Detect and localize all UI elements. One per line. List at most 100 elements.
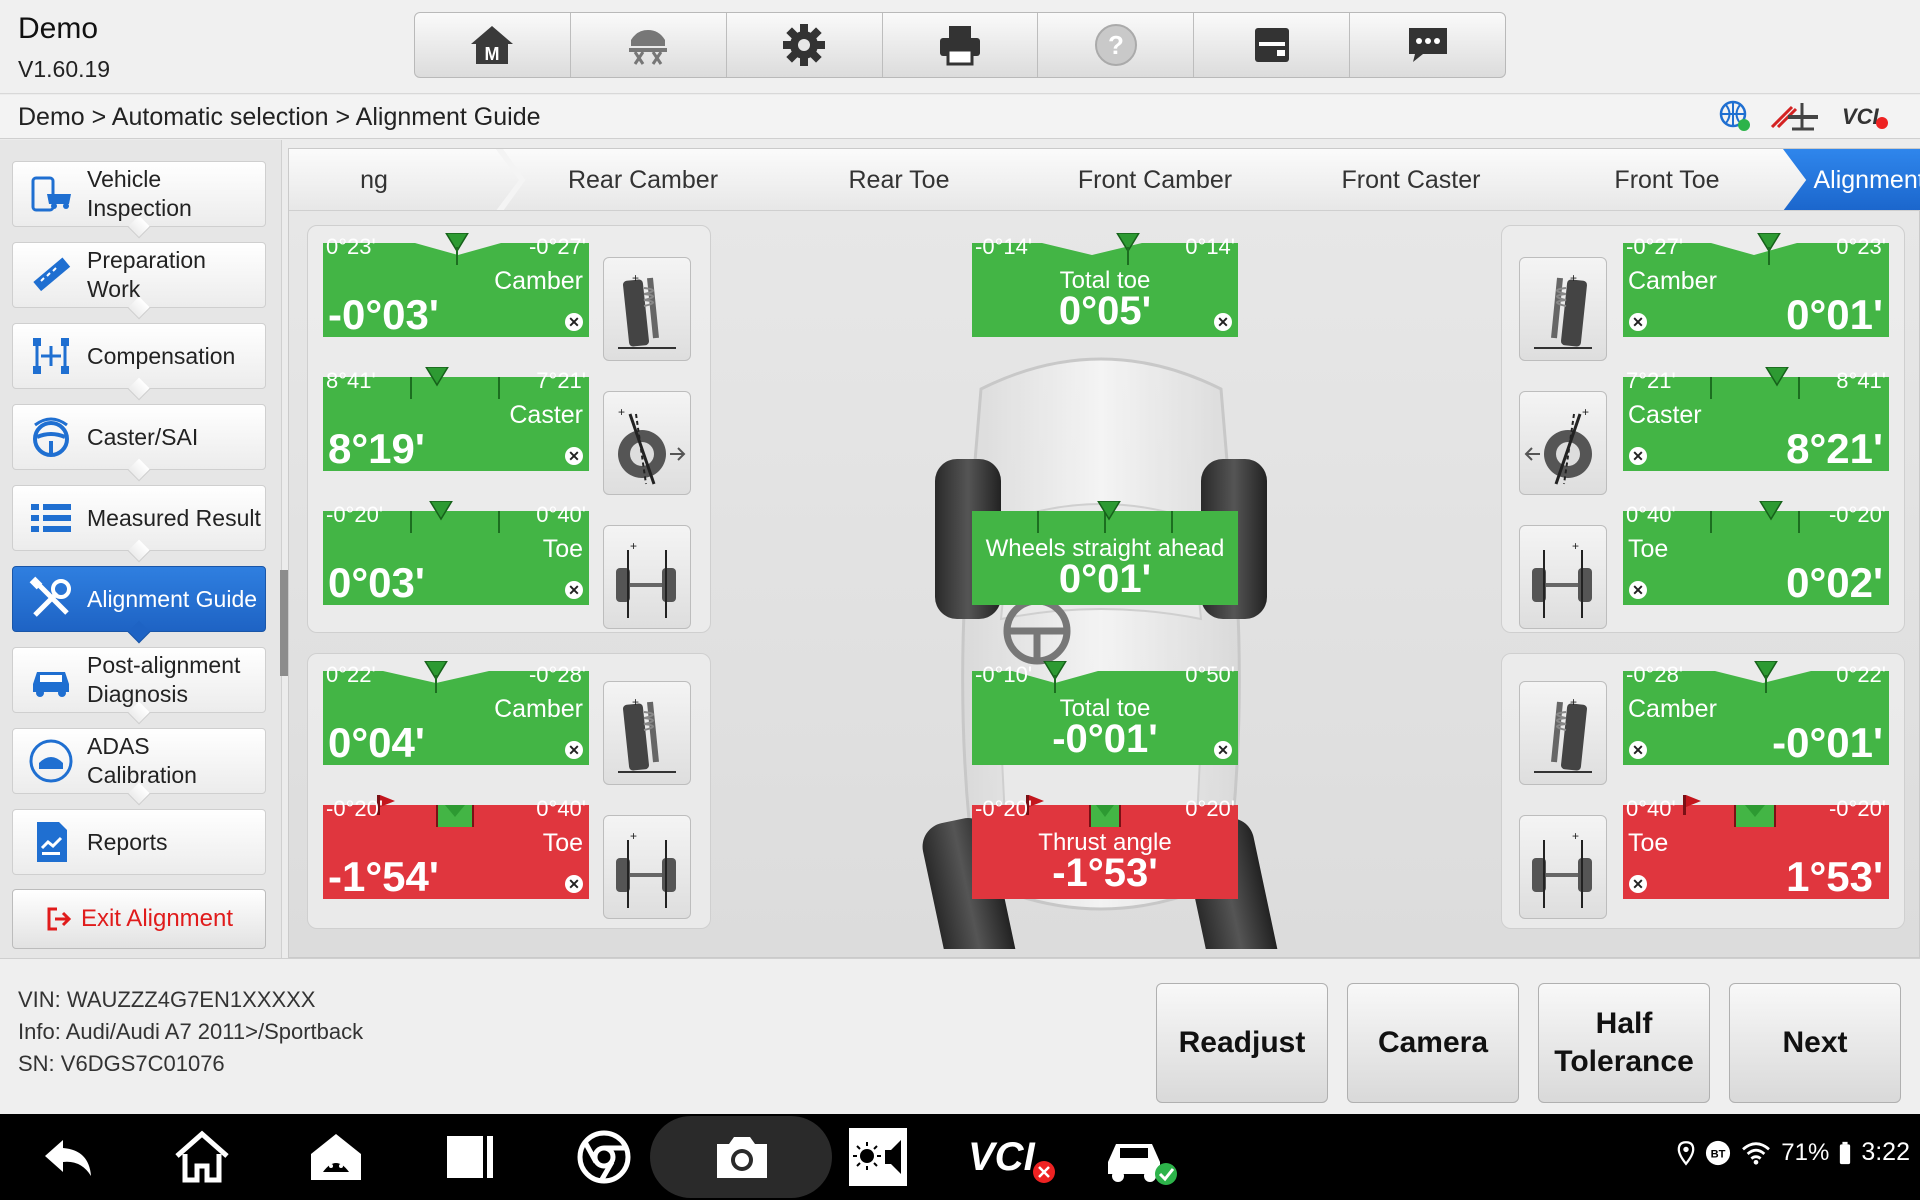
step-tab[interactable]: ng: [289, 149, 519, 210]
measure-value: 0°02': [1786, 559, 1883, 606]
sidebar-item-adas-calibration[interactable]: ADAS Calibration: [12, 728, 266, 806]
home-nav-button[interactable]: [162, 1124, 242, 1190]
camera-button[interactable]: Camera: [1347, 983, 1519, 1103]
measure-name: Camber: [1628, 695, 1717, 723]
svg-text:BT: BT: [1711, 1148, 1726, 1160]
measure-name: Toe: [1628, 829, 1669, 857]
sidebar-item-post-alignment-diagnosis[interactable]: Post-alignment Diagnosis: [12, 647, 266, 725]
back-button[interactable]: [28, 1124, 108, 1190]
vehicle-status-button[interactable]: [1100, 1124, 1190, 1190]
range-max: 0°23': [1836, 234, 1886, 259]
caster-illustration-image: +: [603, 391, 691, 495]
lift-button[interactable]: [571, 13, 727, 77]
android-home-button[interactable]: [296, 1124, 376, 1190]
print-button[interactable]: [883, 13, 1039, 77]
adjust-icon[interactable]: ✕: [1629, 581, 1647, 599]
help-button[interactable]: ?: [1038, 13, 1195, 77]
serial-number-text: SN: V6DGS7C01076: [18, 1051, 225, 1076]
measure-name: Toe: [1628, 535, 1669, 563]
adjust-icon[interactable]: ✕: [565, 447, 583, 465]
sidebar-item-reports[interactable]: Reports: [12, 809, 266, 875]
range-max: -0°28': [528, 662, 586, 687]
range-max: 0°40': [536, 502, 586, 527]
vci-button[interactable]: VCI: [966, 1124, 1076, 1190]
step-tab-front-camber[interactable]: Front Camber: [1015, 149, 1295, 210]
settings-button[interactable]: [727, 13, 883, 77]
exit-alignment-button[interactable]: Exit Alignment: [12, 889, 266, 949]
main-panel: ng Rear Camber Rear Toe Front Camber Fro…: [288, 148, 1920, 958]
svg-text:+: +: [1570, 271, 1577, 285]
sidebar-item-label: Measured Result: [87, 504, 261, 531]
toe-illustration-image: +: [1519, 815, 1607, 919]
wifi-icon: [1742, 1141, 1771, 1165]
svg-text:VCI: VCI: [1842, 104, 1880, 129]
range-max: 0°20': [1185, 796, 1235, 821]
step-tab-front-caster[interactable]: Front Caster: [1271, 149, 1551, 210]
half-tolerance-button[interactable]: Half Tolerance: [1538, 983, 1710, 1103]
step-tab-rear-camber[interactable]: Rear Camber: [503, 149, 783, 210]
rear-right-camber-card: -0°28' 0°22' Camber -0°01' ✕: [1623, 661, 1889, 766]
system-navigation-bar: VCI BT 71% 3:22: [0, 1114, 1920, 1200]
front-left-camber-card: 0°23' -0°27' Camber -0°03' ✕: [323, 233, 589, 338]
sidebar-item-measured-result[interactable]: Measured Result: [12, 485, 266, 563]
feedback-chat-icon: [1408, 28, 1447, 62]
adjust-icon[interactable]: ✕: [1629, 313, 1647, 331]
list-icon: [31, 504, 71, 532]
svg-text:+: +: [618, 405, 625, 419]
sidebar-item-preparation-work[interactable]: Preparation Work: [12, 242, 266, 320]
sidebar-item-label: Preparation Work: [87, 247, 206, 302]
front-left-toe-card: -0°20' 0°40' Toe 0°03' ✕: [323, 501, 589, 606]
adjust-icon[interactable]: ✕: [1629, 741, 1647, 759]
range-max: -0°27': [528, 234, 586, 259]
feedback-button[interactable]: [1350, 13, 1505, 77]
bluetooth-icon: BT: [1706, 1140, 1731, 1165]
home-m-icon: M: [471, 26, 514, 64]
android-house-icon: [311, 1134, 361, 1180]
adjust-icon[interactable]: ✕: [565, 313, 583, 331]
exit-icon: [47, 907, 72, 931]
adjust-icon[interactable]: ✕: [1214, 313, 1232, 331]
next-button[interactable]: Next: [1729, 983, 1901, 1103]
step-tab-rear-toe[interactable]: Rear Toe: [759, 149, 1039, 210]
adjust-icon[interactable]: ✕: [1214, 741, 1232, 759]
sidebar-item-vehicle-inspection[interactable]: Vehicle Inspection: [12, 161, 266, 239]
printer-icon: [940, 26, 980, 66]
sidebar-item-alignment-guide[interactable]: Alignment Guide: [12, 566, 266, 644]
sidebar-item-caster-sai[interactable]: Caster/SAI: [12, 404, 266, 482]
svg-text:+: +: [630, 829, 637, 843]
camber-illustration-image: +: [1519, 257, 1607, 361]
recent-apps-button[interactable]: [430, 1124, 510, 1190]
range-max: 7°21': [536, 368, 586, 393]
thrust-angle-card: -0°20' 0°20' Thrust angle -1°53': [972, 795, 1238, 899]
adjust-icon[interactable]: ✕: [1629, 875, 1647, 893]
measure-value: 0°01': [1058, 557, 1152, 601]
sidebar-item-compensation[interactable]: Compensation: [12, 323, 266, 401]
lift-icon: [629, 30, 668, 65]
system-tray: BT 71% 3:22: [1677, 1138, 1910, 1167]
back-arrow-icon: [45, 1140, 91, 1176]
adjust-icon[interactable]: ✕: [1629, 447, 1647, 465]
range-min: 0°23': [326, 234, 376, 259]
home-button[interactable]: M: [415, 13, 571, 77]
adjust-icon[interactable]: ✕: [565, 581, 583, 599]
vehicle-inspection-icon: [31, 176, 71, 212]
rear-left-toe-card: -0°20' 0°40' Toe -1°54' ✕: [323, 795, 589, 900]
adas-icon: [29, 739, 73, 783]
sidebar-item-label: Vehicle Inspection: [87, 166, 192, 221]
recent-apps-icon: [447, 1136, 493, 1178]
screenshot-button[interactable]: [702, 1124, 782, 1190]
location-icon: [1677, 1140, 1695, 1166]
measure-name: Caster: [509, 401, 583, 429]
save-button[interactable]: [1194, 13, 1351, 77]
readjust-button[interactable]: Readjust: [1156, 983, 1328, 1103]
step-tab-front-toe[interactable]: Front Toe: [1527, 149, 1807, 210]
vci-status-icon: VCI: [968, 1135, 1055, 1183]
adjust-icon[interactable]: ✕: [565, 875, 583, 893]
front-right-camber-card: -0°27' 0°23' Camber 0°01' ✕: [1623, 233, 1889, 338]
browser-button[interactable]: [564, 1124, 644, 1190]
brightness-volume-button[interactable]: [838, 1124, 918, 1190]
measure-value: -1°53': [1052, 851, 1158, 895]
svg-text:+: +: [632, 695, 639, 709]
adjust-icon[interactable]: ✕: [565, 741, 583, 759]
battery-icon: [1840, 1141, 1851, 1164]
